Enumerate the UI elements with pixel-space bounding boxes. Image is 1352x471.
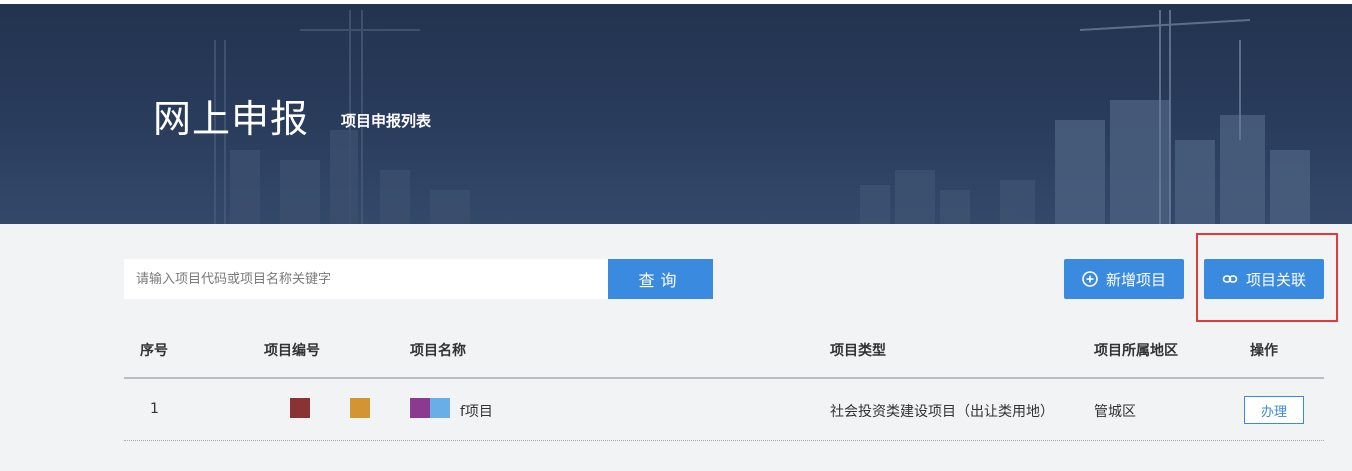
search-input[interactable] xyxy=(124,259,608,299)
column-header-region: 项目所属地区 xyxy=(1094,343,1178,359)
page-subtitle: 项目申报列表 xyxy=(341,112,432,130)
redacted-code-block xyxy=(350,398,370,418)
add-project-button[interactable]: 新增项目 xyxy=(1064,259,1184,299)
page-banner: 网上申报 项目申报列表 xyxy=(0,0,1352,224)
redacted-code-block xyxy=(290,398,310,418)
link-icon xyxy=(1222,275,1238,283)
column-header-index: 序号 xyxy=(140,343,168,359)
handle-button[interactable]: 办理 xyxy=(1244,396,1304,424)
row-name-suffix: f项目 xyxy=(460,404,493,420)
page-title: 网上申报 xyxy=(153,97,310,141)
row-index: 1 xyxy=(150,401,159,417)
link-project-button[interactable]: 项目关联 xyxy=(1204,259,1324,299)
column-header-name: 项目名称 xyxy=(410,343,466,359)
handle-button-label: 办理 xyxy=(1260,404,1287,420)
redacted-name-block xyxy=(430,398,450,418)
table-row-divider xyxy=(124,440,1324,441)
column-header-action: 操作 xyxy=(1250,343,1278,359)
link-project-label: 项目关联 xyxy=(1245,270,1306,289)
column-header-code: 项目编号 xyxy=(264,343,320,359)
row-region: 管城区 xyxy=(1094,404,1136,420)
column-header-type: 项目类型 xyxy=(830,343,886,359)
table-header-divider xyxy=(124,377,1324,379)
redacted-name-block xyxy=(410,398,430,418)
add-project-label: 新增项目 xyxy=(1105,270,1166,289)
search-button[interactable]: 查询 xyxy=(608,259,713,299)
search-button-label: 查询 xyxy=(638,271,683,290)
plus-circle-icon xyxy=(1082,271,1098,287)
row-type: 社会投资类建设项目（出让类用地） xyxy=(830,404,1054,420)
